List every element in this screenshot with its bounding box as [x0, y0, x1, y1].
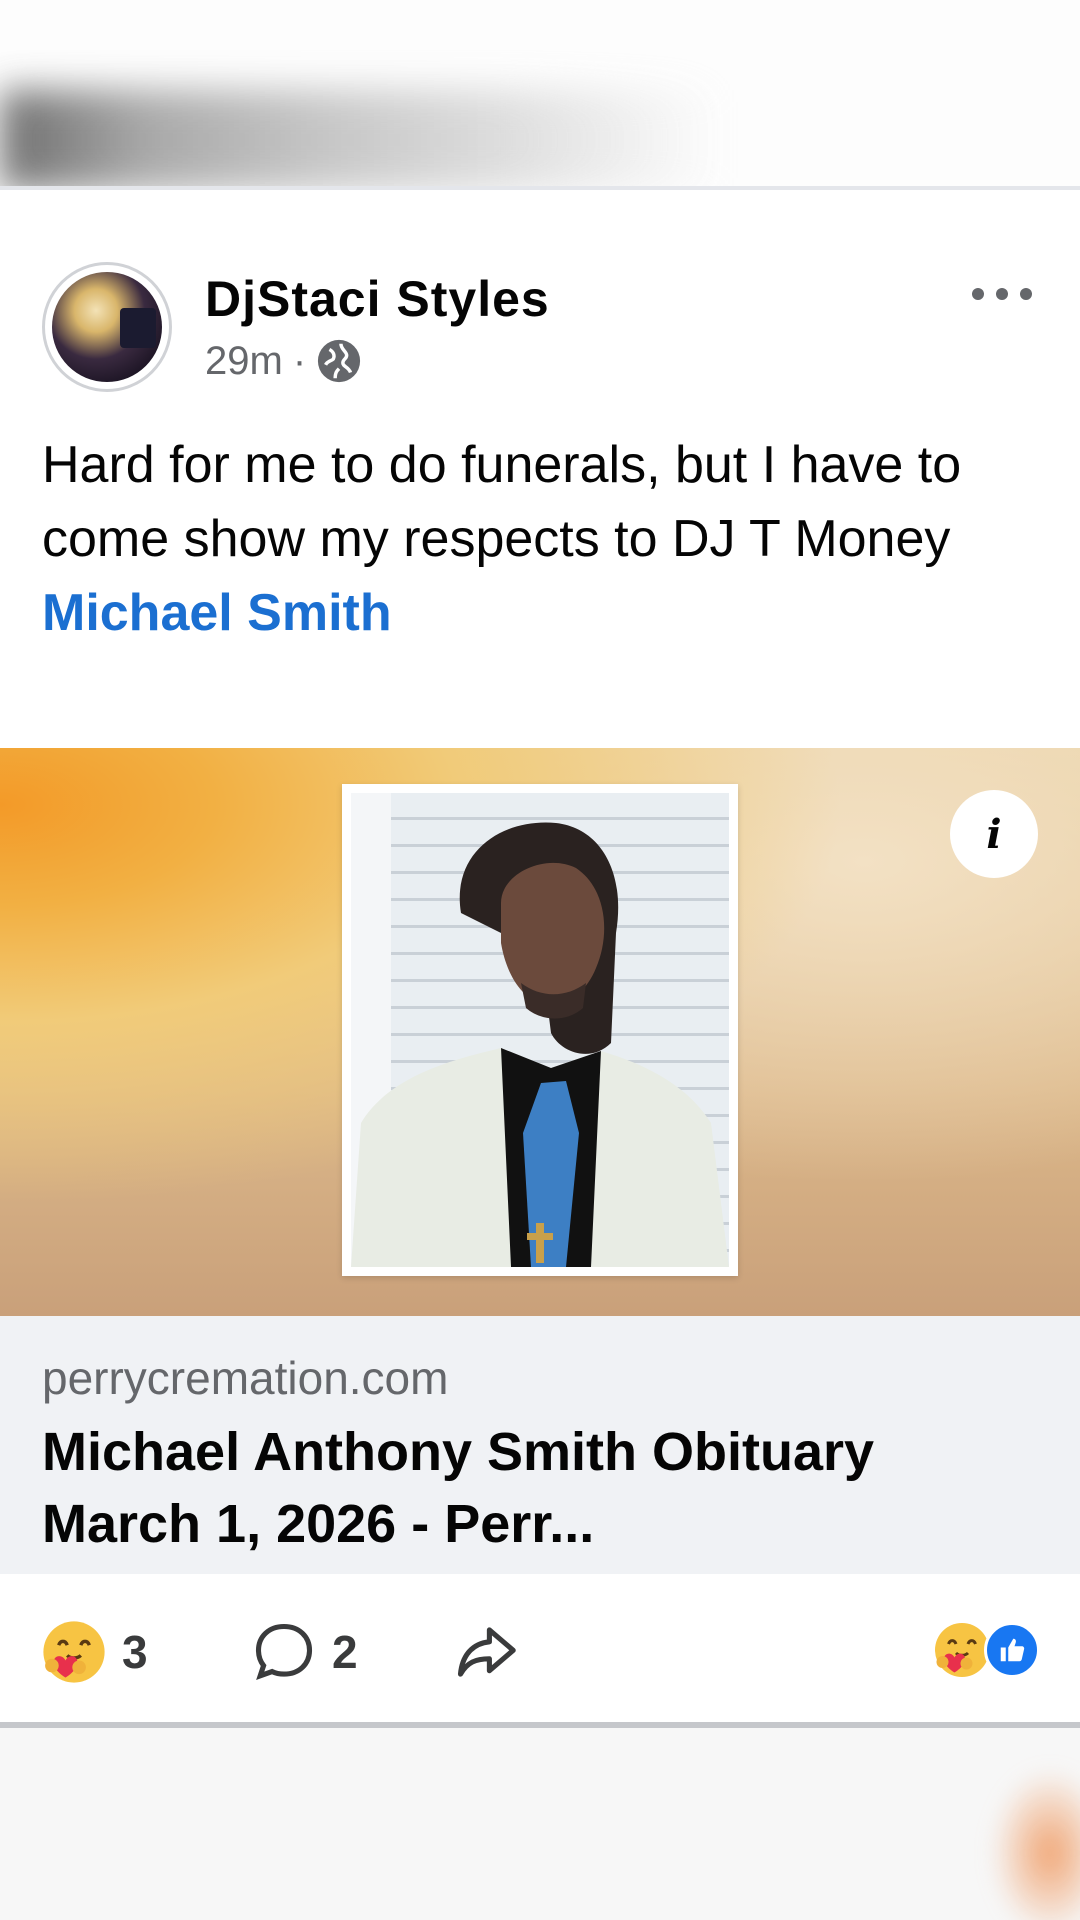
comment-icon [255, 1623, 313, 1680]
obituary-photo [351, 793, 729, 1267]
post-header: DjStaci Styles 29m · [0, 190, 1080, 410]
author-name[interactable]: DjStaci Styles [205, 270, 550, 328]
mention-link[interactable]: Michael Smith [42, 576, 1052, 650]
post-message: Hard for me to do funerals, but I have t… [42, 436, 962, 568]
blurred-previous-post [0, 0, 1080, 190]
link-preview-image[interactable]: i [0, 748, 1080, 1316]
post-meta: 29m · [205, 338, 362, 384]
reaction-button[interactable]: 3 [40, 1618, 148, 1686]
more-options-icon[interactable] [972, 284, 1032, 304]
info-icon[interactable]: i [950, 790, 1038, 878]
portrait-illustration [351, 793, 729, 1267]
comment-button[interactable]: 2 [250, 1618, 358, 1686]
meta-separator: · [292, 338, 307, 383]
link-domain: perrycremation.com [42, 1352, 449, 1404]
share-icon [457, 1627, 516, 1677]
author-avatar[interactable] [42, 262, 172, 392]
reaction-summary[interactable] [932, 1620, 1040, 1680]
post-time[interactable]: 29m [205, 339, 283, 384]
care-emoji-icon [43, 1621, 105, 1683]
post-body: Hard for me to do funerals, but I have t… [42, 428, 1052, 650]
blurred-content [990, 1768, 1080, 1920]
avatar-image [52, 272, 162, 382]
share-button[interactable] [452, 1618, 520, 1691]
blurred-content [0, 90, 720, 190]
link-title: Michael Anthony Smith Obituary March 1, … [42, 1422, 875, 1554]
globe-icon [318, 339, 361, 383]
post-actions: 3 2 [0, 1574, 1080, 1726]
like-icon [984, 1622, 1040, 1678]
comment-count: 2 [332, 1626, 358, 1678]
obituary-photo-frame [342, 784, 738, 1276]
care-emoji-icon [935, 1623, 989, 1677]
reaction-count: 3 [122, 1626, 148, 1678]
link-details[interactable]: perrycremation.com Michael Anthony Smith… [0, 1316, 1080, 1574]
blurred-next-post [0, 1728, 1080, 1920]
